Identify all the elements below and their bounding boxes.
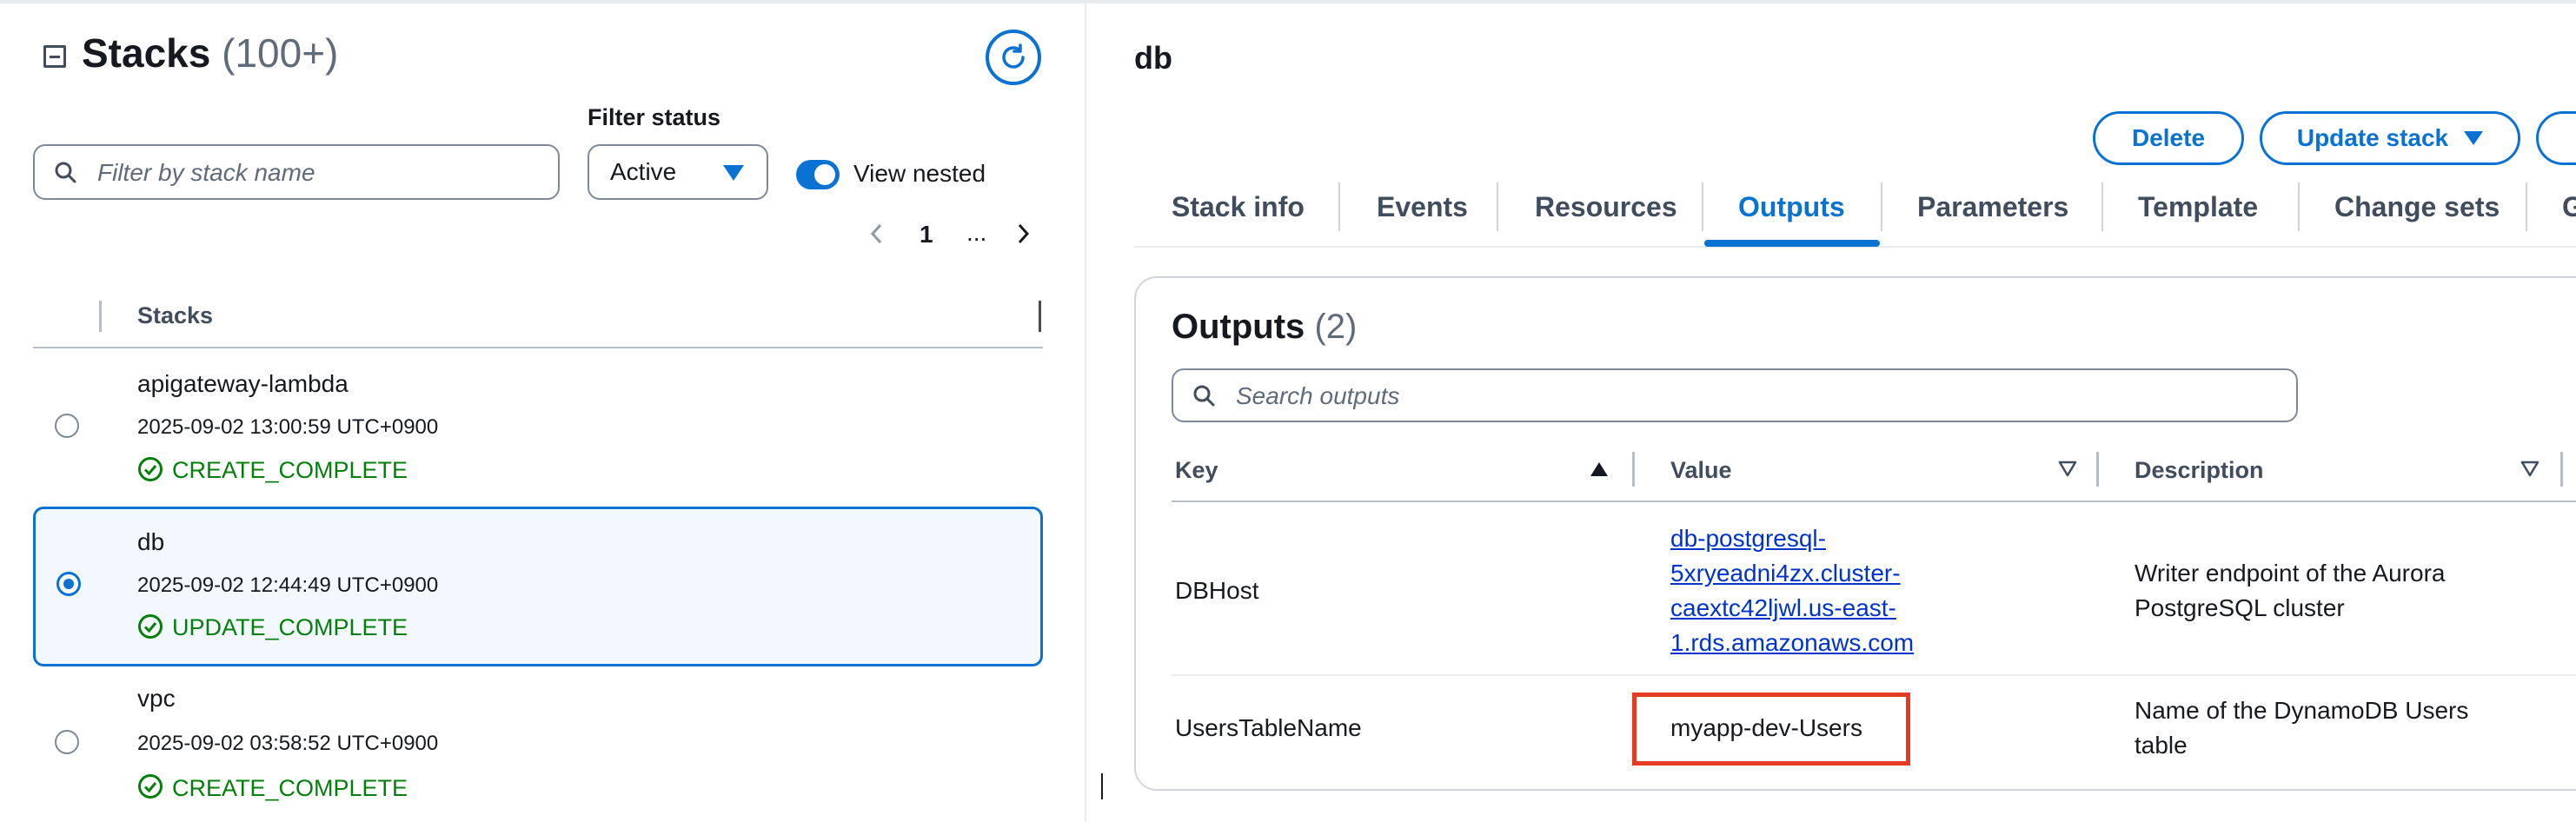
stack-row-selected[interactable]: db 2025-09-02 12:44:49 UTC+0900 UPDATE_C…	[33, 507, 1043, 666]
collapse-icon[interactable]	[43, 45, 66, 68]
outputs-heading: Outputs (2)	[1172, 308, 1357, 347]
search-icon	[1193, 385, 1215, 407]
output-value-line[interactable]: db-postgresql-	[1670, 521, 1914, 556]
stack-status: CREATE_COMPLETE	[172, 775, 408, 801]
view-nested-label: View nested	[853, 160, 986, 187]
filter-status-label: Filter status	[588, 104, 721, 130]
stacks-heading: Stacks (100+)	[82, 30, 338, 76]
tab-separator	[2526, 182, 2527, 231]
stack-date: 2025-09-02 12:44:49 UTC+0900	[137, 573, 439, 597]
filter-status-value: Active	[610, 158, 677, 185]
caret-down-icon	[2464, 131, 2484, 145]
pagination-current-page[interactable]: 1	[920, 221, 933, 249]
row-divider	[1172, 674, 2576, 676]
key-column-header[interactable]: Key	[1175, 457, 1218, 484]
sort-ascending-icon[interactable]	[1590, 462, 1608, 476]
stack-status: UPDATE_COMPLETE	[172, 614, 408, 640]
active-tab-indicator	[1704, 240, 1880, 247]
tab-separator	[2298, 182, 2300, 231]
output-description: Name of the DynamoDB Users table	[2134, 693, 2468, 763]
update-stack-button[interactable]: Update stack	[2260, 111, 2520, 165]
outputs-count: (2)	[1314, 308, 1358, 346]
stacks-title-text: Stacks	[82, 30, 211, 76]
stack-filter-input[interactable]: Filter by stack name	[33, 144, 560, 200]
column-divider[interactable]	[2096, 452, 2099, 487]
tab-separator	[1881, 182, 1882, 231]
output-value-line[interactable]: caextc42ljwl.us-east-	[1670, 591, 1914, 626]
outputs-search-input[interactable]: Search outputs	[1172, 368, 2298, 422]
chevron-left-icon[interactable]	[864, 221, 890, 247]
stack-name: vpc	[137, 685, 176, 712]
refresh-button[interactable]	[986, 30, 1041, 85]
stack-name: apigateway-lambda	[137, 370, 349, 397]
tab-template[interactable]: Template	[2138, 191, 2258, 223]
view-nested-toggle[interactable]	[796, 160, 840, 189]
panel-splitter[interactable]	[1085, 0, 1086, 822]
refresh-icon	[1002, 43, 1025, 69]
stacks-count: (100+)	[222, 30, 339, 76]
output-description: Writer endpoint of the Aurora PostgreSQL…	[2134, 556, 2445, 626]
stacks-column-header[interactable]: Stacks	[137, 302, 213, 329]
caret-down-icon	[723, 165, 744, 181]
stack-filter-placeholder: Filter by stack name	[97, 159, 315, 186]
column-divider	[99, 301, 102, 332]
check-circle-icon	[138, 614, 163, 639]
tab-resources[interactable]: Resources	[1535, 191, 1677, 223]
stack-row[interactable]: apigateway-lambda 2025-09-02 13:00:59 UT…	[33, 356, 1043, 502]
highlight-annotation-box	[1632, 693, 1910, 766]
column-resize-handle[interactable]	[1039, 301, 1041, 332]
tab-separator	[1338, 182, 1340, 231]
sort-icon[interactable]	[2058, 461, 2077, 478]
chevron-right-icon[interactable]	[1010, 221, 1036, 247]
output-key: DBHost	[1175, 577, 1259, 604]
top-border	[0, 0, 2576, 3]
column-divider[interactable]	[2560, 452, 2563, 487]
tab-overflow[interactable]: G	[2562, 191, 2576, 223]
delete-button[interactable]: Delete	[2093, 111, 2244, 165]
output-description-line: PostgreSQL cluster	[2134, 594, 2345, 621]
description-column-header[interactable]: Description	[2134, 457, 2264, 484]
output-key: UsersTableName	[1175, 714, 1362, 741]
tab-outputs[interactable]: Outputs	[1738, 191, 1845, 223]
outputs-search-placeholder: Search outputs	[1236, 382, 1400, 409]
output-description-line: Writer endpoint of the Aurora	[2134, 560, 2446, 587]
output-value-line[interactable]: 5xryeadni4zx.cluster-	[1670, 556, 1914, 591]
stack-name: db	[137, 528, 165, 555]
output-description-line: Name of the DynamoDB Users	[2134, 697, 2469, 724]
check-circle-icon	[138, 774, 163, 799]
tab-stack-info[interactable]: Stack info	[1172, 191, 1305, 223]
stack-radio[interactable]	[55, 414, 79, 438]
stack-date: 2025-09-02 03:58:52 UTC+0900	[137, 732, 439, 755]
search-icon	[55, 162, 76, 183]
delete-button-label: Delete	[2131, 124, 2206, 151]
stack-row[interactable]: vpc 2025-09-02 03:58:52 UTC+0900 CREATE_…	[33, 671, 1043, 822]
column-divider[interactable]	[1632, 452, 1635, 487]
value-column-header[interactable]: Value	[1670, 457, 1732, 484]
stack-radio[interactable]	[55, 730, 79, 754]
stack-radio-selected[interactable]	[56, 572, 81, 596]
outputs-title-text: Outputs	[1172, 308, 1305, 346]
stack-date: 2025-09-02 13:00:59 UTC+0900	[137, 415, 439, 439]
tab-parameters[interactable]: Parameters	[1917, 191, 2068, 223]
output-value-link[interactable]: db-postgresql- 5xryeadni4zx.cluster- cae…	[1670, 521, 1914, 660]
tab-separator	[1497, 182, 1498, 231]
text-cursor	[1101, 773, 1103, 799]
tab-events[interactable]: Events	[1377, 191, 1468, 223]
tab-change-sets[interactable]: Change sets	[2334, 191, 2500, 223]
output-description-line: table	[2134, 732, 2188, 759]
stack-status: CREATE_COMPLETE	[172, 457, 408, 483]
sort-icon[interactable]	[2520, 461, 2539, 478]
tab-separator	[1702, 182, 1703, 231]
stack-actions-button[interactable]	[2536, 111, 2576, 165]
filter-status-select[interactable]: Active	[588, 144, 768, 200]
outputs-header-divider	[1172, 500, 2576, 502]
pagination-ellipsis: ...	[966, 219, 987, 246]
check-circle-icon	[138, 457, 163, 481]
header-divider	[33, 347, 1043, 348]
output-value-line[interactable]: 1.rds.amazonaws.com	[1670, 626, 1914, 660]
update-stack-label: Update stack	[2296, 124, 2449, 151]
tab-separator	[2101, 182, 2103, 231]
stack-detail-title: db	[1134, 40, 1172, 76]
